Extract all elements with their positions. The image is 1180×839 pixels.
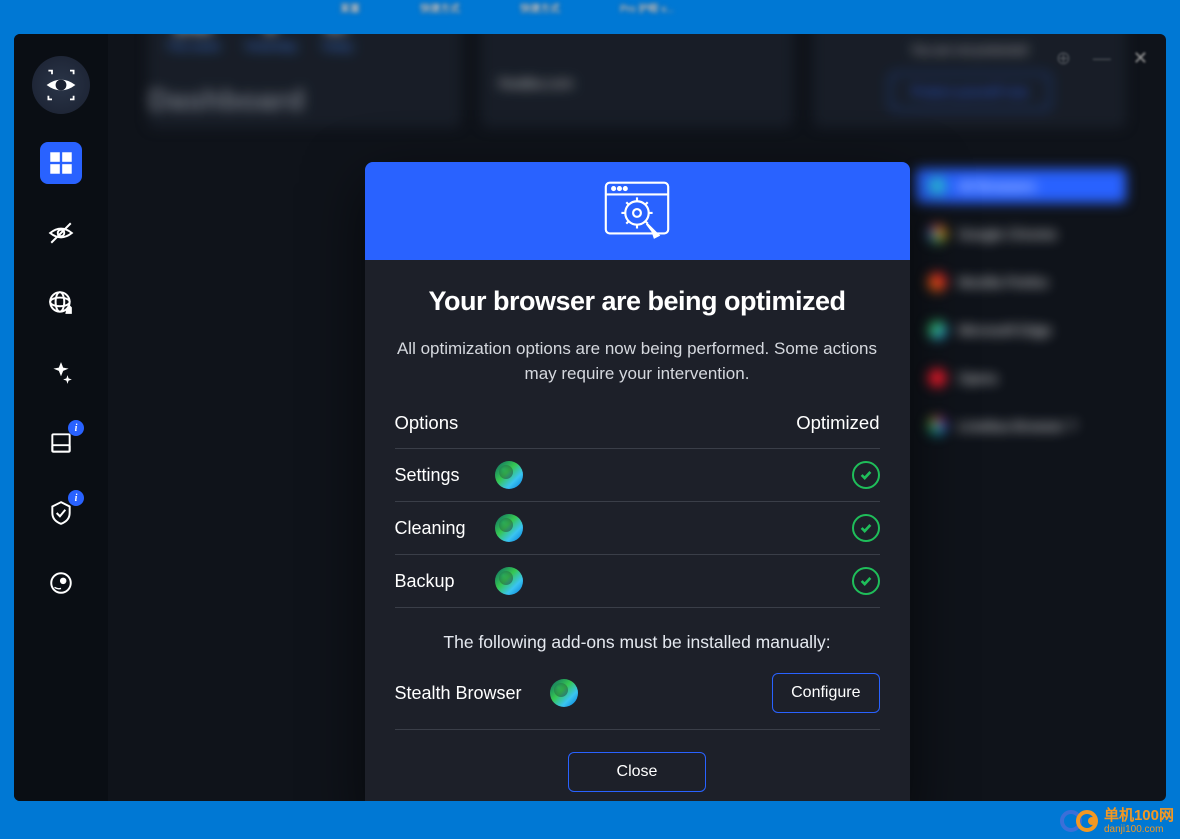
- option-row-backup: Backup: [395, 555, 880, 608]
- modal-banner: [365, 162, 910, 260]
- optimized-header-label: Optimized: [796, 412, 879, 434]
- nav-privacy[interactable]: [40, 212, 82, 254]
- edge-icon: [550, 679, 578, 707]
- nav-storage[interactable]: i: [40, 422, 82, 464]
- options-table: Options Optimized Settings Cleaning: [395, 412, 880, 608]
- modal-subtitle: All optimization options are now being p…: [395, 337, 880, 386]
- edge-icon: [495, 514, 523, 542]
- addon-note: The following add-ons must be installed …: [395, 632, 880, 653]
- optimization-modal: Your browser are being optimized All opt…: [365, 162, 910, 801]
- info-badge-icon: i: [68, 420, 84, 436]
- info-badge-icon: i: [68, 490, 84, 506]
- options-header-label: Options: [395, 412, 459, 434]
- addon-row-stealth: Stealth Browser Configure: [395, 653, 880, 730]
- desktop-shortcuts: 莱塞 快捷方式 快捷方式 Pro 护眼 v...: [0, 0, 1180, 30]
- option-row-cleaning: Cleaning: [395, 502, 880, 555]
- edge-icon: [495, 461, 523, 489]
- close-button[interactable]: Close: [568, 752, 707, 792]
- watermark: 单机100网 danji100.com: [1060, 808, 1174, 836]
- sidebar: i i: [14, 34, 108, 801]
- browser-settings-icon: [598, 176, 676, 246]
- modal-title: Your browser are being optimized: [395, 286, 880, 317]
- app-window: i i ⊕ — ✕ Dashboard All Browsers Google …: [14, 34, 1166, 801]
- nav-clean[interactable]: [40, 352, 82, 394]
- nav-shield[interactable]: i: [40, 492, 82, 534]
- edge-icon: [495, 567, 523, 595]
- check-icon: [852, 567, 880, 595]
- nav-tools[interactable]: [40, 562, 82, 604]
- check-icon: [852, 461, 880, 489]
- check-icon: [852, 514, 880, 542]
- option-row-settings: Settings: [395, 449, 880, 502]
- nav-network[interactable]: [40, 282, 82, 324]
- watermark-logo-icon: [1060, 810, 1098, 832]
- app-logo: [32, 56, 90, 114]
- modal-overlay: Your browser are being optimized All opt…: [108, 34, 1166, 801]
- configure-button[interactable]: Configure: [772, 673, 879, 713]
- nav-dashboard[interactable]: [40, 142, 82, 184]
